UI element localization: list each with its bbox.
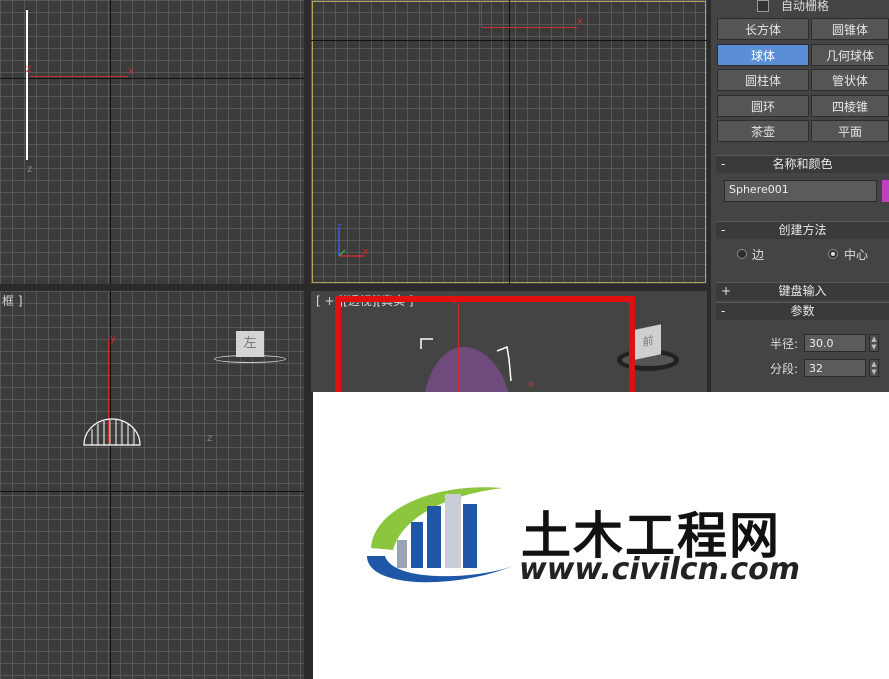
rollout-name-color[interactable]: - 名称和颜色: [716, 155, 889, 173]
tripod-x-label: x: [363, 247, 369, 257]
rollout-parameters[interactable]: - 参数: [716, 302, 889, 320]
grid-axis-vertical: [509, 0, 510, 284]
gizmo-x-label: x: [577, 16, 583, 27]
viewport-left[interactable]: 框 ] y z 左: [0, 291, 304, 679]
viewport-front[interactable]: x x z: [311, 0, 707, 284]
civilcn-logo: [367, 487, 513, 583]
radio-center-label: 中心: [844, 248, 869, 262]
object-name-field[interactable]: Sphere001: [724, 180, 877, 202]
grid-axis-vertical: [110, 291, 111, 679]
gizmo-x-label: x: [128, 66, 134, 77]
nav-cube[interactable]: 左: [214, 329, 286, 369]
segments-label: 分段:: [770, 362, 799, 376]
object-type-button[interactable]: 圆柱体: [717, 69, 809, 91]
gizmo-z-label: z: [26, 64, 32, 75]
segments-spinner[interactable]: ▲ ▼: [869, 359, 879, 377]
axis-z-label: z: [27, 164, 33, 175]
segments-input[interactable]: 32: [804, 359, 866, 377]
object-type-button[interactable]: 球体: [717, 43, 809, 66]
gizmo-y-axis: [481, 0, 482, 27]
watermark: 土木工程网 www.civilcn.com: [313, 392, 889, 679]
object-type-button[interactable]: 圆锥体: [811, 18, 889, 40]
radio-center[interactable]: [828, 249, 838, 259]
auto-grid-checkbox[interactable]: [757, 0, 769, 12]
gizmo-x-axis: [481, 27, 577, 28]
nav-cube-face[interactable]: 前: [635, 324, 661, 360]
grid-axis-horizontal: [0, 491, 304, 492]
rollout-keyboard-entry[interactable]: + 键盘输入: [716, 282, 889, 300]
auto-grid-label: 自动栅格: [781, 0, 830, 13]
rollout-title: 参数: [790, 304, 815, 318]
grid-axis-vertical: [110, 0, 111, 284]
axis-z-label: z: [207, 433, 213, 444]
grid-axis-horizontal: [0, 78, 304, 79]
radio-edge-label: 边: [752, 248, 765, 262]
rollout-creation-method[interactable]: - 创建方法: [716, 221, 889, 239]
nav-cube-face[interactable]: 左: [236, 331, 264, 357]
rollout-title: 键盘输入: [778, 284, 827, 298]
object-type-button[interactable]: 圆环: [717, 94, 809, 117]
object-type-button[interactable]: 几何球体: [811, 43, 889, 66]
object-type-button[interactable]: 平面: [811, 120, 889, 142]
object-outline-line: [26, 10, 28, 160]
tripod-z-label: z: [337, 222, 342, 232]
object-type-button[interactable]: 长方体: [717, 18, 809, 40]
radius-input[interactable]: 30.0: [804, 334, 866, 352]
rollout-title: 创建方法: [778, 223, 827, 237]
rollout-title: 名称和颜色: [772, 157, 833, 171]
radio-edge[interactable]: [737, 249, 747, 259]
brand-url: www.civilcn.com: [519, 552, 801, 587]
viewport-top[interactable]: x z z: [0, 0, 304, 284]
hemisphere-wireframe: [83, 418, 141, 446]
object-color-swatch[interactable]: [882, 180, 889, 202]
gizmo-y-label: y: [110, 333, 116, 344]
object-type-button[interactable]: 管状体: [811, 69, 889, 91]
object-type-button[interactable]: 四棱锥: [811, 94, 889, 117]
viewport-label[interactable]: 框 ]: [2, 292, 23, 309]
object-type-button[interactable]: 茶壶: [717, 120, 809, 142]
highlight-box: [335, 296, 635, 392]
gizmo-x-axis: [30, 76, 128, 77]
radius-spinner[interactable]: ▲ ▼: [869, 334, 879, 352]
world-axis-tripod: x z: [337, 222, 369, 257]
radius-label: 半径:: [770, 337, 799, 351]
viewport-perspective[interactable]: [ + ][透视][真实 ] y x 前: [311, 291, 707, 392]
